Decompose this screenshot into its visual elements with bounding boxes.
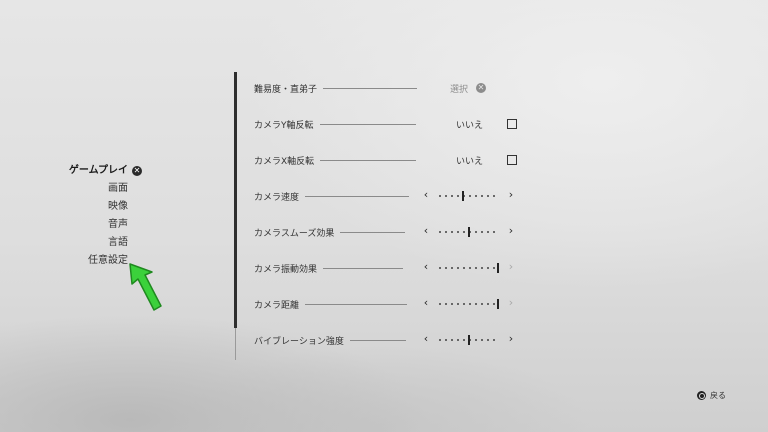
row-leader-line [319,123,416,125]
setting-value: 選択 [450,85,469,95]
menu-item-optional[interactable]: 任意設定 [88,252,128,270]
menu-item-label: 任意設定 [88,255,128,266]
chevron-left-icon[interactable]: ‹ [421,332,431,345]
row-leader-line [305,195,410,197]
chevron-right-icon: › [508,296,514,309]
setting-label: カメラ距離 [254,300,300,311]
slider-thumb[interactable] [462,191,464,201]
menu-item-label: 音声 [108,219,128,230]
slider-track[interactable] [439,299,499,309]
chevron-right-icon[interactable]: › [506,188,516,201]
menu-item-language[interactable]: 言語 [108,234,128,252]
slider-thumb[interactable] [468,335,470,345]
setting-row-camera-distance[interactable]: カメラ距離 ‹ › [254,295,518,313]
chevron-left-icon[interactable]: ‹ [421,188,431,201]
chevron-right-icon[interactable]: › [506,332,516,345]
slider-track[interactable] [439,227,499,237]
setting-label: カメラ振動効果 [254,264,318,275]
slider-track[interactable] [439,335,499,345]
menu-item-label: 言語 [108,237,128,248]
setting-row-vibration[interactable]: バイブレーション強度 ‹ › [254,331,518,349]
setting-row-camera-x-invert[interactable]: カメラX軸反転 いいえ [254,151,518,169]
row-leader-line [323,267,404,269]
menu-item-video[interactable]: 映像 [108,198,128,216]
setting-value: いいえ [456,157,484,167]
settings-category-menu: ゲームプレイ ✕ 画面 映像 音声 言語 任意設定 [68,162,142,270]
settings-divider [234,72,237,328]
slider-thumb[interactable] [497,263,499,273]
setting-row-camera-smoothing[interactable]: カメラスムーズ効果 ‹ › [254,223,518,241]
chevron-left-icon[interactable]: ‹ [421,224,431,237]
back-button[interactable]: 戻る [697,390,726,401]
chevron-left-icon[interactable]: ‹ [421,260,431,273]
slider-track[interactable] [439,263,499,273]
menu-item-audio[interactable]: 音声 [108,216,128,234]
setting-label: 難易度・直弟子 [254,84,318,95]
close-icon[interactable]: ✕ [132,166,142,176]
checkbox[interactable] [507,119,517,129]
settings-divider-continuation [235,328,236,360]
slider-thumb[interactable] [468,227,470,237]
checkbox[interactable] [507,155,517,165]
setting-row-camera-y-invert[interactable]: カメラY軸反転 いいえ [254,115,518,133]
row-leader-line [340,231,406,233]
chevron-right-icon: › [508,260,514,273]
menu-item-gameplay[interactable]: ゲームプレイ ✕ [68,162,142,180]
slider-thumb[interactable] [497,299,499,309]
setting-value: いいえ [456,121,484,131]
setting-row-camera-shake[interactable]: カメラ振動効果 ‹ › [254,259,518,277]
menu-item-display[interactable]: 画面 [108,180,128,198]
menu-item-label: 画面 [108,183,128,194]
close-icon[interactable]: ✕ [476,83,486,93]
slider-track[interactable] [439,191,499,201]
row-leader-line [323,87,418,89]
chevron-right-icon[interactable]: › [506,224,516,237]
setting-label: カメラX軸反転 [254,156,315,167]
row-leader-line [320,159,417,161]
menu-item-label: ゲームプレイ [68,165,128,176]
back-label: 戻る [710,391,726,400]
setting-label: カメラ速度 [254,192,300,203]
setting-label: バイブレーション強度 [254,336,344,347]
setting-row-camera-speed[interactable]: カメラ速度 ‹ › [254,187,518,205]
annotation-arrow-icon [129,263,162,311]
menu-item-label: 映像 [108,201,128,212]
setting-label: カメラスムーズ効果 [254,228,335,239]
circle-button-icon [697,391,706,400]
setting-row-difficulty[interactable]: 難易度・直弟子 選択 ✕ [254,79,518,97]
chevron-left-icon[interactable]: ‹ [421,296,431,309]
row-leader-line [305,303,408,305]
row-leader-line [349,339,406,341]
setting-label: カメラY軸反転 [254,120,314,131]
